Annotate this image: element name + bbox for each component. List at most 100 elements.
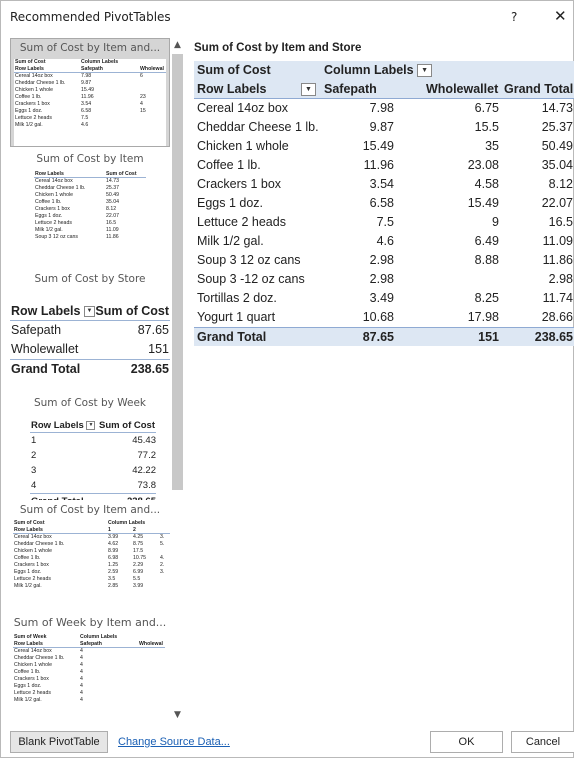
list-scrollbar[interactable]: ▲ ▼ [170, 38, 185, 722]
mini-cell: 15 [140, 108, 146, 114]
cell-value: 3.54 [369, 177, 394, 191]
grand-total-label: Grand Total [197, 330, 267, 344]
card-title: Sum of Cost by Item and... [19, 504, 161, 516]
mini-cell: 3. [160, 569, 165, 575]
card-mini-preview: Row Labels Sum of Cost Cereal 14oz box 14.7… [34, 171, 146, 266]
table-total-row: Grand Total238.65 [30, 493, 156, 500]
recommendation-card-item[interactable]: Sum of Cost by Item Row Labels Sum of Cos… [10, 150, 170, 268]
filter-dropdown-icon: ▼ [301, 83, 316, 96]
recommendation-card-week[interactable]: Sum of Cost by Week Row Labels ▼ Sum of C… [10, 390, 170, 500]
help-button[interactable]: ? [511, 10, 517, 24]
change-source-data-link[interactable]: Change Source Data... [118, 736, 230, 748]
row-value: 42.22 [132, 465, 156, 476]
mini-cell: Chicken 1 whole [14, 548, 53, 554]
mini-cell: Cereal 14oz box [35, 178, 73, 184]
mini-cell: 5.5 [133, 576, 141, 582]
cell-value: 2.98 [548, 272, 573, 286]
mini-cell: Milk 1/2 gal. [35, 227, 63, 233]
mini-row: Chicken 1 whole 50.49 [34, 192, 146, 199]
table-header-label: Row Labels [11, 304, 81, 318]
recommendation-card-item-week[interactable]: Sum of Cost by Item and... Sum of Cost Co… [10, 500, 170, 610]
recommendation-card-week-item[interactable]: Sum of Week by Item and... Sum of Week Co… [10, 614, 170, 722]
table-header: Row Labels ▼ [31, 418, 96, 433]
item-label: Yogurt 1 quart [197, 310, 276, 324]
mini-cell: Lettuce 2 heads [14, 690, 51, 696]
mini-cell: 5. [160, 541, 165, 547]
mini-cell: 6.98 [108, 555, 119, 561]
card-mini-preview: Sum of Week Column Labels Row Labels Safepa… [13, 634, 165, 720]
mini-row: Cereal 14oz box 14.73 [34, 178, 146, 185]
mini-row: Coffee 1 lb. 4 [13, 669, 165, 676]
mini-row: Cereal 14oz box 7.98 6 [14, 73, 166, 80]
cell-value: 50.49 [541, 139, 573, 153]
row-label: 4 [31, 480, 37, 491]
mini-row: Cereal 14oz box 4 [13, 648, 165, 655]
mini-row: Eggs 1 doz. 22.07 [34, 213, 146, 220]
mini-cell: 10.75 [133, 555, 146, 561]
pivot-row: Coffee 1 lb. 11.96 23.08 35.04 [194, 156, 574, 175]
item-label: Soup 3 12 oz cans [197, 253, 301, 267]
recommendation-card-item-store[interactable]: Sum of Cost by Item and... Sum of Cost Co… [10, 38, 170, 147]
mini-cell: 3.54 [81, 101, 92, 107]
cell-value: 2.98 [369, 253, 394, 267]
mini-cell: Cereal 14oz box [14, 534, 52, 540]
cancel-button[interactable]: Cancel [511, 731, 574, 753]
table-row: 1 45.43 [30, 433, 156, 448]
pivot-row: Eggs 1 doz. 6.58 15.49 22.07 [194, 194, 574, 213]
mini-cell: 4 [80, 676, 83, 682]
mini-row: Cheddar Cheese 1 lb. 4.62 8.75 5. [13, 541, 170, 548]
scroll-up-icon[interactable]: ▲ [170, 40, 185, 52]
pivot-row: Yogurt 1 quart 10.68 17.98 28.66 [194, 308, 574, 327]
mini-cell: Sum of Week [14, 634, 47, 640]
item-label: Eggs 1 doz. [197, 196, 264, 210]
mini-cell: Eggs 1 doz. [35, 213, 63, 219]
column-header: Grand Total [504, 82, 574, 96]
scroll-down-icon[interactable]: ▼ [170, 710, 185, 722]
pivot-header-row-1: Sum of Cost Column Labels ▼ [194, 61, 574, 80]
mini-cell: 25.37 [106, 185, 119, 191]
pivot-row: Lettuce 2 heads 7.5 9 16.5 [194, 213, 574, 232]
mini-cell: 4 [80, 690, 83, 696]
cell-value: 35 [485, 139, 499, 153]
card-title: Sum of Cost by Item and... [19, 42, 161, 54]
mini-row: Crackers 1 box 1.25 2.29 2. [13, 562, 170, 569]
mini-row: Milk 1/2 gal. 4.6 [14, 122, 166, 129]
column-header: Safepath [324, 82, 377, 96]
cell-value: 8.12 [548, 177, 573, 191]
mini-header-row: Row Labels Safepath Wholewal [13, 641, 165, 648]
mini-cell: 8.75 [133, 541, 144, 547]
cell-value: 7.98 [369, 101, 394, 115]
mini-cell: 4 [80, 683, 83, 689]
mini-cell: Sum of Cost [106, 171, 137, 177]
recommendation-card-store[interactable]: Sum of Cost by Store Row Labels ▼ Sum of … [10, 270, 170, 390]
mini-cell: Coffee 1 lb. [14, 555, 41, 561]
cell-value: 3.49 [369, 291, 394, 305]
mini-row: Coffee 1 lb. 35.04 [34, 199, 146, 206]
mini-cell: Crackers 1 box [15, 101, 50, 107]
cell-value: 2.98 [369, 272, 394, 286]
card-title: Sum of Cost by Week [33, 397, 146, 409]
cell-value: 6.58 [369, 196, 394, 210]
card-mini-preview: Sum of Cost Column Labels Row Labels 1 2 Cere… [13, 520, 170, 608]
blank-pivottable-button[interactable]: Blank PivotTable [10, 731, 108, 753]
mini-cell: Sum of Cost [14, 520, 45, 526]
mini-cell: Row Labels [15, 66, 44, 72]
table-header: Sum of Cost [95, 304, 169, 318]
mini-row: Cheddar Cheese 1 lb. 9.87 [14, 80, 166, 87]
row-label: 1 [31, 435, 37, 446]
cell-value: 8.88 [474, 253, 499, 267]
table-header-label: Row Labels [31, 420, 84, 431]
mini-cell: Cereal 14oz box [14, 648, 52, 654]
close-icon[interactable]: ✕ [554, 7, 567, 25]
mini-cell: Safepath [80, 641, 102, 647]
mini-cell: Safepath [81, 66, 103, 72]
cell-value: 14.73 [541, 101, 573, 115]
mini-cell: 16.5 [106, 220, 117, 226]
table-row: Wholewallet 151 [10, 340, 170, 359]
mini-row: Coffee 1 lb. 6.98 10.75 4. [13, 555, 170, 562]
mini-row: Lettuce 2 heads 3.5 5.5 [13, 576, 170, 583]
mini-header-row: Sum of Cost Column Labels [13, 520, 170, 527]
scroll-thumb[interactable] [172, 54, 183, 490]
mini-cell: 4 [80, 662, 83, 668]
ok-button[interactable]: OK [430, 731, 503, 753]
